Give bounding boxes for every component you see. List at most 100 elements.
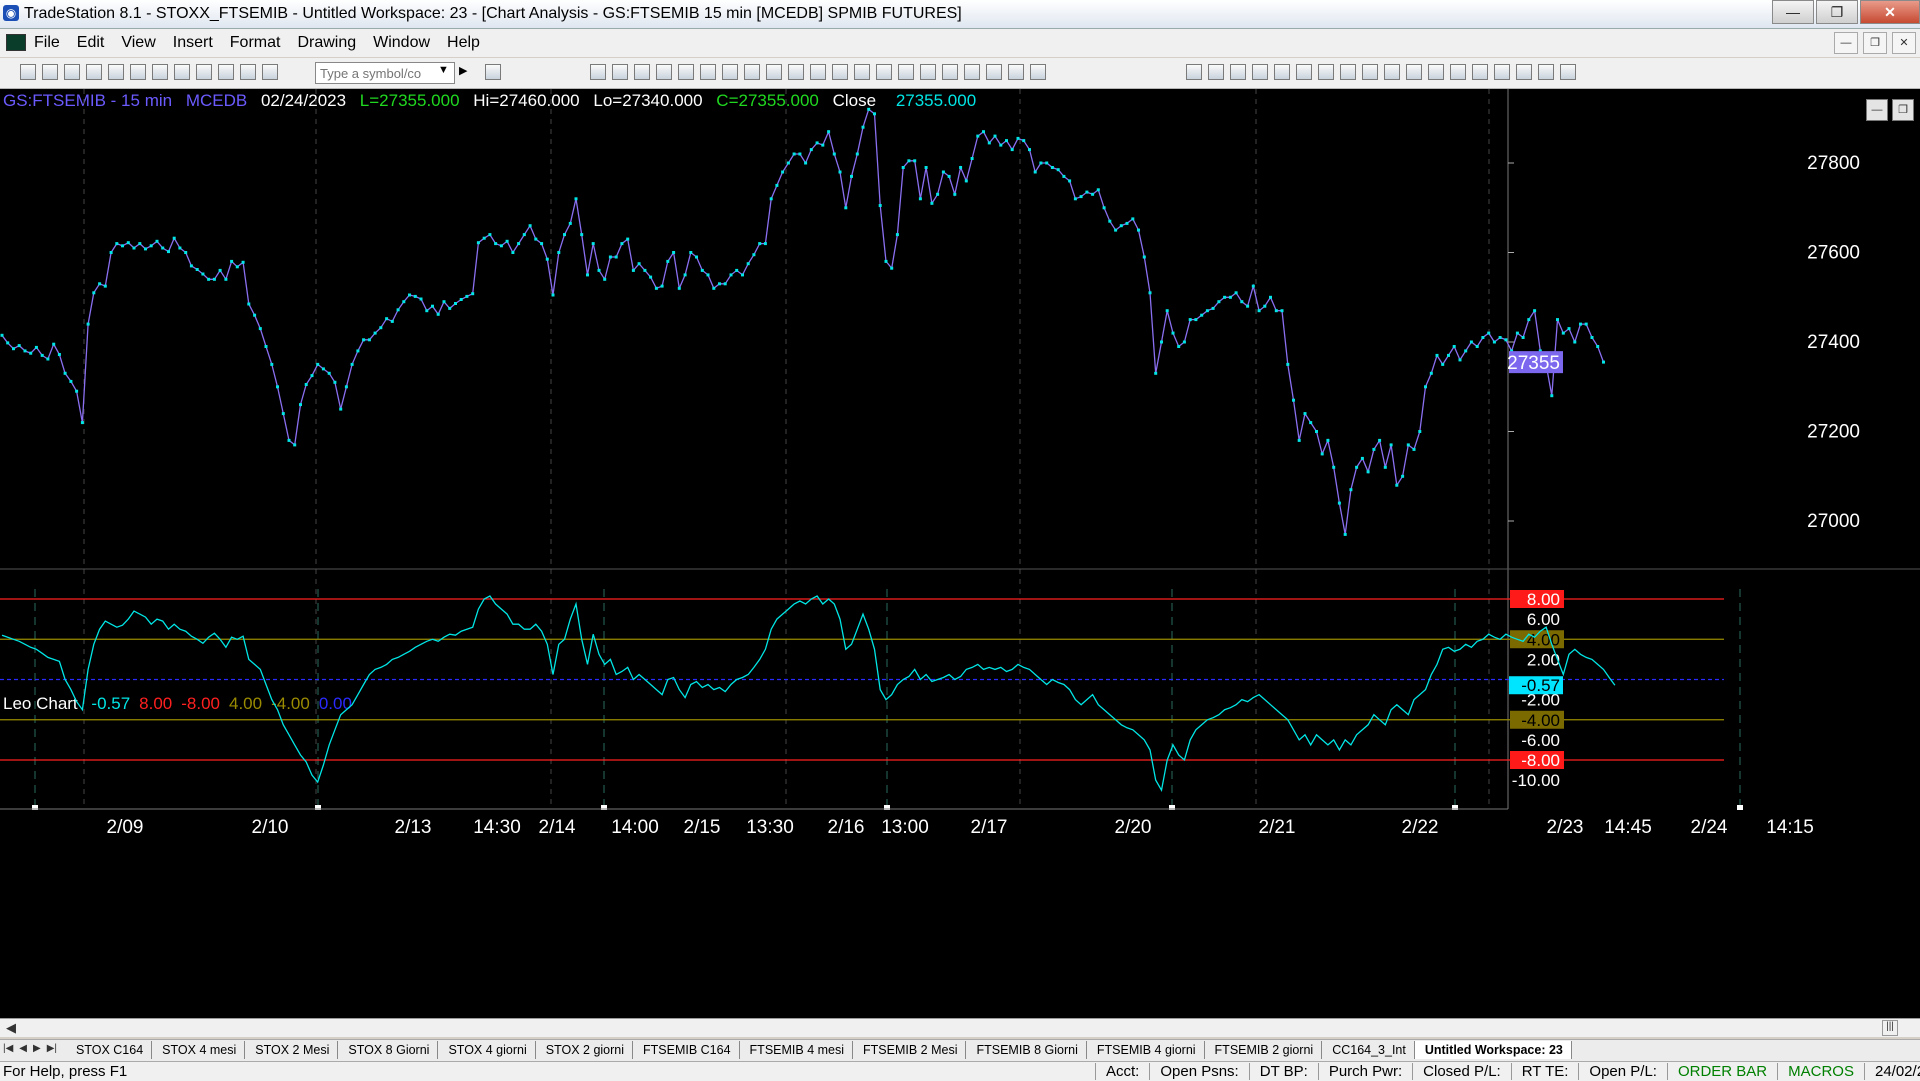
- tab-last-icon[interactable]: ▶|: [47, 1043, 57, 1054]
- price-point: [17, 344, 21, 348]
- tab-first-icon[interactable]: |◀: [3, 1043, 13, 1054]
- matrix-icon[interactable]: [788, 64, 804, 80]
- symbol-input[interactable]: [315, 62, 455, 84]
- chart-window-new-icon[interactable]: [174, 64, 190, 80]
- print-icon[interactable]: [130, 64, 146, 80]
- workspace-tab[interactable]: FTSEMIB 2 giorni: [1205, 1041, 1323, 1059]
- price-point: [1246, 304, 1250, 308]
- arc-icon[interactable]: [1274, 64, 1290, 80]
- format-icon[interactable]: [1030, 64, 1046, 80]
- workspace-tab[interactable]: FTSEMIB 4 giorni: [1087, 1041, 1205, 1059]
- zoom-in-icon[interactable]: [898, 64, 914, 80]
- workspace-tab[interactable]: FTSEMIB 4 mesi: [740, 1041, 854, 1059]
- strategy-icon[interactable]: [678, 64, 694, 80]
- price-point: [126, 241, 130, 245]
- candles-icon[interactable]: [766, 64, 782, 80]
- workspace-tab[interactable]: STOX C164: [66, 1041, 153, 1059]
- order-icon[interactable]: [810, 64, 826, 80]
- workspace-tab[interactable]: STOX 8 Giorni: [338, 1041, 439, 1059]
- workspace-tab[interactable]: STOX 2 Mesi: [245, 1041, 339, 1059]
- workspace-tab[interactable]: FTSEMIB 8 Giorni: [966, 1041, 1087, 1059]
- tools-icon[interactable]: [240, 64, 256, 80]
- workspace-tab[interactable]: STOX 2 giorni: [536, 1041, 634, 1059]
- hammer-icon[interactable]: [986, 64, 1002, 80]
- arrow-both-icon[interactable]: [1362, 64, 1378, 80]
- expand-bars-icon[interactable]: [854, 64, 870, 80]
- arrow-down-icon[interactable]: [1472, 64, 1488, 80]
- chart-window-icon[interactable]: [6, 34, 26, 51]
- menu-window[interactable]: Window: [373, 34, 430, 52]
- freehand-icon[interactable]: [1428, 64, 1444, 80]
- export-icon[interactable]: [1008, 64, 1024, 80]
- indicator-icon[interactable]: [656, 64, 672, 80]
- optimize-icon[interactable]: [722, 64, 738, 80]
- window-layout-icon[interactable]: [590, 64, 606, 80]
- print-preview-icon[interactable]: [152, 64, 168, 80]
- close-button[interactable]: ✕: [1860, 0, 1920, 24]
- minimize-button[interactable]: —: [1772, 0, 1814, 24]
- speed-lines-icon[interactable]: [1318, 64, 1334, 80]
- workspace-tab[interactable]: FTSEMIB 2 Mesi: [853, 1041, 967, 1059]
- workspace-tab[interactable]: Untitled Workspace: 23: [1414, 1041, 1572, 1059]
- menu-format[interactable]: Format: [230, 34, 281, 52]
- lock-icon[interactable]: [218, 64, 234, 80]
- copy-icon[interactable]: [86, 64, 102, 80]
- mdi-close-button[interactable]: ✕: [1892, 32, 1916, 54]
- search-icon[interactable]: [485, 64, 501, 80]
- menu-drawing[interactable]: Drawing: [297, 34, 356, 52]
- scroll-thumb[interactable]: |||: [1882, 1020, 1898, 1036]
- workspace-tab[interactable]: STOX 4 giorni: [438, 1041, 536, 1059]
- menu-edit[interactable]: Edit: [77, 34, 105, 52]
- parallel-lines-icon[interactable]: [1384, 64, 1400, 80]
- menu-insert[interactable]: Insert: [173, 34, 213, 52]
- scroll-left-icon[interactable]: ◀: [6, 1020, 16, 1036]
- globe-icon[interactable]: [262, 64, 278, 80]
- new-icon[interactable]: [20, 64, 36, 80]
- text-icon[interactable]: [1560, 64, 1576, 80]
- workspace-tab[interactable]: CC164_3_Int: [1322, 1041, 1415, 1059]
- fibonacci-icon[interactable]: [1296, 64, 1312, 80]
- grid-window-icon[interactable]: [196, 64, 212, 80]
- maximize-button[interactable]: ❐: [1816, 0, 1858, 24]
- time-axis-label: 2/17: [971, 817, 1008, 838]
- bars-icon[interactable]: [744, 64, 760, 80]
- folder-icon[interactable]: [108, 64, 124, 80]
- compress-bars-icon[interactable]: [876, 64, 892, 80]
- workspace-tab[interactable]: FTSEMIB C164: [633, 1041, 740, 1059]
- menu-help[interactable]: Help: [447, 34, 480, 52]
- workspace-tab[interactable]: STOX 4 mesi: [152, 1041, 246, 1059]
- symbol-dropdown-icon[interactable]: ▼: [438, 64, 449, 76]
- arrow-up-icon[interactable]: [1494, 64, 1510, 80]
- save-icon[interactable]: [64, 64, 80, 80]
- rectangle-icon[interactable]: [1538, 64, 1554, 80]
- ellipse-icon[interactable]: [1516, 64, 1532, 80]
- bar-chart-icon[interactable]: [832, 64, 848, 80]
- mdi-restore-button[interactable]: ❐: [1863, 32, 1887, 54]
- vertical-lines-icon[interactable]: [1208, 64, 1224, 80]
- trendline-icon[interactable]: [1186, 64, 1202, 80]
- data-tip-icon[interactable]: [964, 64, 980, 80]
- horizontal-lines-icon[interactable]: [1230, 64, 1246, 80]
- chart-scrollbar[interactable]: ◀ |||: [0, 1018, 1920, 1037]
- tab-next-icon[interactable]: ▶: [33, 1043, 41, 1054]
- pointer-icon[interactable]: [942, 64, 958, 80]
- gann-fan-icon[interactable]: [1340, 64, 1356, 80]
- symbol-go-icon[interactable]: ▶: [459, 64, 467, 77]
- open-icon[interactable]: [42, 64, 58, 80]
- channel-icon[interactable]: [1252, 64, 1268, 80]
- price-point: [649, 275, 653, 279]
- menu-view[interactable]: View: [121, 34, 155, 52]
- radar-icon[interactable]: [700, 64, 716, 80]
- zoom-out-icon[interactable]: [920, 64, 936, 80]
- mdi-minimize-button[interactable]: —: [1834, 32, 1858, 54]
- menu-file[interactable]: File: [34, 34, 60, 52]
- tab-prev-icon[interactable]: ◀: [19, 1043, 27, 1054]
- cycle-lines-icon[interactable]: [1406, 64, 1422, 80]
- tradestation-logo-icon: ◉: [3, 5, 19, 21]
- chart-plot-area[interactable]: 27800 27600 27400 27200 27000 27355 8.00 -8.00 4…: [0, 89, 1920, 1019]
- price-point: [241, 260, 245, 264]
- curve-icon[interactable]: [1450, 64, 1466, 80]
- window-layout-2-icon[interactable]: [612, 64, 628, 80]
- table-icon[interactable]: [634, 64, 650, 80]
- price-point: [522, 233, 526, 237]
